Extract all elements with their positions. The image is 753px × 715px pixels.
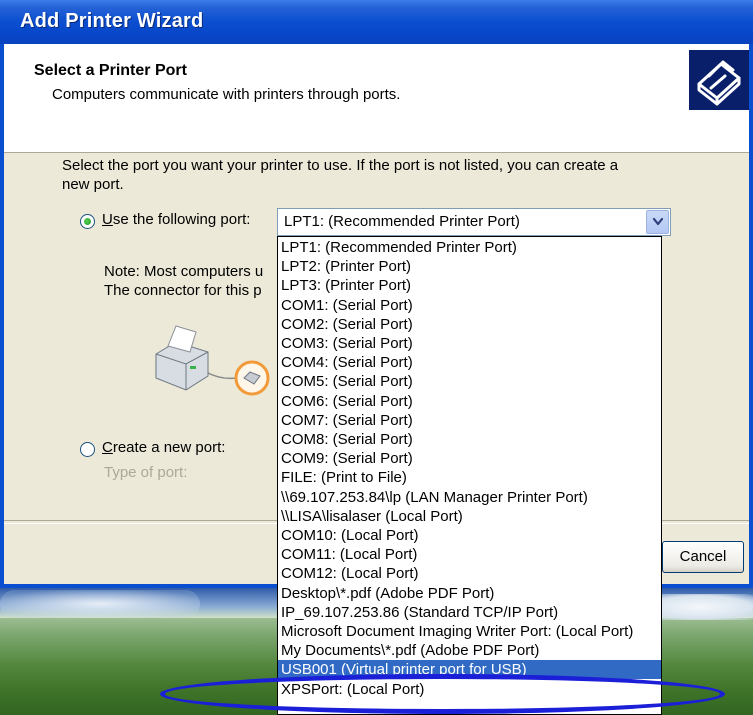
- chevron-down-icon[interactable]: [646, 210, 669, 234]
- dropdown-option[interactable]: COM2: (Serial Port): [278, 315, 661, 334]
- note-text: Note: Most computers u The connector for…: [104, 262, 263, 300]
- note-line: The connector for this p: [104, 282, 262, 299]
- dropdown-option[interactable]: LPT1: (Recommended Printer Port): [278, 238, 661, 257]
- dropdown-option[interactable]: IP_69.107.253.86 (Standard TCP/IP Port): [278, 603, 661, 622]
- dropdown-option[interactable]: COM11: (Local Port): [278, 545, 661, 564]
- instruction-text: Select the port you want your printer to…: [62, 156, 702, 194]
- printer-connector-illustration: [146, 320, 286, 405]
- use-following-port-label[interactable]: Use the following port:: [102, 211, 250, 228]
- dropdown-option[interactable]: COM9: (Serial Port): [278, 449, 661, 468]
- dropdown-option[interactable]: My Documents\*.pdf (Adobe PDF Port): [278, 641, 661, 660]
- title-bar[interactable]: Add Printer Wizard: [0, 0, 753, 44]
- dropdown-option[interactable]: \\LISA\lisalaser (Local Port): [278, 507, 661, 526]
- use-following-port-radio[interactable]: [80, 214, 95, 229]
- create-new-port-label[interactable]: Create a new port:: [102, 439, 225, 456]
- dropdown-option[interactable]: LPT3: (Printer Port): [278, 276, 661, 295]
- create-port-accelerator: C: [102, 439, 113, 456]
- type-of-port-label: Type of port:: [104, 464, 188, 481]
- page-title: Select a Printer Port: [34, 62, 187, 79]
- desktop-cloud: [0, 590, 200, 618]
- dropdown-option[interactable]: XPSPort: (Local Port): [278, 680, 661, 699]
- dropdown-option[interactable]: COM5: (Serial Port): [278, 372, 661, 391]
- dropdown-option[interactable]: COM1: (Serial Port): [278, 296, 661, 315]
- page-subtitle: Computers communicate with printers thro…: [52, 86, 401, 103]
- dropdown-option[interactable]: FILE: (Print to File): [278, 468, 661, 487]
- note-line: Note: Most computers u: [104, 263, 264, 280]
- dropdown-option[interactable]: COM10: (Local Port): [278, 526, 661, 545]
- wizard-header: Select a Printer Port Computers communic…: [4, 44, 749, 153]
- dropdown-option[interactable]: \\69.107.253.84\lp (LAN Manager Printer …: [278, 488, 661, 507]
- dropdown-option[interactable]: COM4: (Serial Port): [278, 353, 661, 372]
- window-frame-right: [749, 44, 753, 588]
- dropdown-option[interactable]: COM6: (Serial Port): [278, 392, 661, 411]
- port-combobox-value: LPT1: (Recommended Printer Port): [284, 213, 520, 230]
- cancel-button[interactable]: Cancel: [662, 541, 744, 573]
- use-port-accelerator: U: [102, 211, 113, 228]
- cancel-button-label: ancel: [690, 548, 727, 565]
- instruction-line: Select the port you want your printer to…: [62, 157, 619, 174]
- dropdown-option[interactable]: Microsoft Document Imaging Writer Port: …: [278, 622, 661, 641]
- dropdown-option[interactable]: Desktop\*.pdf (Adobe PDF Port): [278, 584, 661, 603]
- use-port-label-text: se the following port:: [112, 211, 251, 228]
- dropdown-option[interactable]: COM7: (Serial Port): [278, 411, 661, 430]
- create-new-port-radio[interactable]: [80, 442, 95, 457]
- window-title: Add Printer Wizard: [20, 10, 204, 32]
- create-port-label-text: reate a new port:: [112, 439, 226, 456]
- port-dropdown-list[interactable]: LPT1: (Recommended Printer Port) LPT2: (P…: [277, 236, 662, 715]
- dropdown-option[interactable]: COM12: (Local Port): [278, 564, 661, 583]
- dropdown-option[interactable]: COM8: (Serial Port): [278, 430, 661, 449]
- port-combobox[interactable]: LPT1: (Recommended Printer Port): [277, 208, 671, 236]
- dropdown-option[interactable]: LPT2: (Printer Port): [278, 257, 661, 276]
- dropdown-option[interactable]: USB001 (Virtual printer port for USB): [278, 660, 661, 680]
- instruction-line: new port.: [62, 176, 124, 193]
- dropdown-option[interactable]: COM3: (Serial Port): [278, 334, 661, 353]
- printer-icon: [689, 50, 749, 110]
